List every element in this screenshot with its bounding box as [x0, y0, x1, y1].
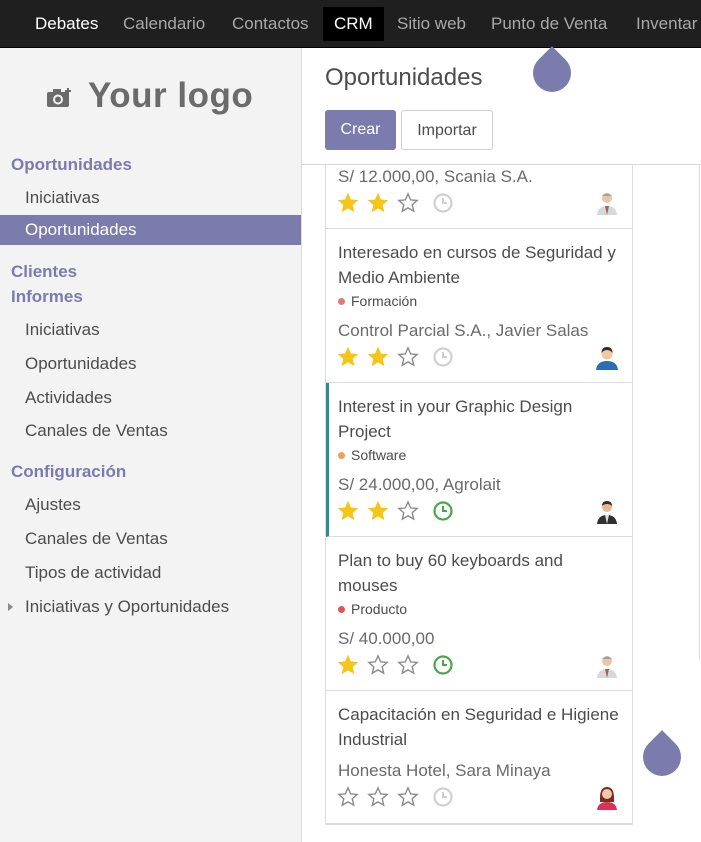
nav-calendario[interactable]: Calendario — [123, 0, 205, 48]
card-tag: Producto — [338, 601, 407, 617]
nav-contactos[interactable]: Contactos — [232, 0, 309, 48]
nav-debates[interactable]: Debates — [35, 0, 98, 48]
section-oportunidades[interactable]: Oportunidades — [11, 155, 132, 175]
card-info: Control Parcial S.A., Javier Salas — [338, 321, 589, 340]
section-configuracion[interactable]: Configuración — [11, 462, 126, 482]
avatar — [594, 652, 620, 678]
nav-crm[interactable]: CRM — [323, 7, 384, 41]
sidebar-item-informes-iniciativas[interactable]: Iniciativas — [0, 315, 301, 345]
sidebar-item-informes-canales[interactable]: Canales de Ventas — [0, 416, 301, 446]
sidebar-item-informes-oportunidades[interactable]: Oportunidades — [0, 349, 301, 379]
section-clientes[interactable]: Clientes — [11, 262, 77, 282]
drop-marker-icon — [525, 46, 579, 100]
drop-marker-icon — [635, 730, 689, 784]
priority-stars[interactable] — [337, 500, 427, 522]
nav-sitio-web[interactable]: Sitio web — [397, 0, 466, 48]
priority-stars[interactable] — [337, 654, 427, 676]
sidebar-item-canales-de-ventas[interactable]: Canales de Ventas — [0, 524, 301, 554]
card-title: Capacitación en Seguridad e Higiene Indu… — [338, 705, 619, 749]
section-informes[interactable]: Informes — [11, 287, 83, 307]
company-logo[interactable]: Your logo — [26, 66, 276, 132]
tag-dot-icon — [338, 452, 345, 459]
sidebar-item-oportunidades[interactable]: Oportunidades — [0, 215, 301, 245]
import-button[interactable]: Importar — [401, 110, 493, 150]
card-title: Interesado en cursos de Seguridad y Medi… — [338, 243, 616, 287]
star-empty-icon[interactable] — [397, 500, 419, 522]
activity-clock-icon[interactable] — [433, 787, 453, 807]
sidebar-item-actividades[interactable]: Actividades — [0, 383, 301, 413]
create-button[interactable]: Crear — [325, 110, 396, 150]
priority-stars[interactable] — [337, 346, 427, 368]
kanban-card[interactable]: S/ 12.000,00, Scania S.A. — [326, 165, 632, 229]
sidebar-item-ajustes[interactable]: Ajustes — [0, 490, 301, 520]
card-tag: Formación — [338, 293, 417, 309]
tag-dot-icon — [338, 298, 345, 305]
kanban-card[interactable]: Interest in your Graphic Design Project … — [326, 383, 632, 537]
star-empty-icon[interactable] — [397, 346, 419, 368]
logo-text: Your logo — [88, 76, 254, 115]
star-empty-icon[interactable] — [397, 654, 419, 676]
activity-clock-icon[interactable] — [433, 193, 453, 213]
priority-stars[interactable] — [337, 786, 427, 808]
sidebar-item-iniciativas-y-oportunidades[interactable]: Iniciativas y Oportunidades — [0, 592, 301, 622]
star-empty-icon[interactable] — [337, 786, 359, 808]
star-empty-icon[interactable] — [397, 192, 419, 214]
avatar — [594, 784, 620, 810]
star-empty-icon[interactable] — [367, 786, 389, 808]
star-filled-icon[interactable] — [337, 346, 359, 368]
star-empty-icon[interactable] — [367, 654, 389, 676]
priority-stars[interactable] — [337, 192, 427, 214]
activity-clock-icon[interactable] — [433, 501, 453, 521]
avatar — [594, 344, 620, 370]
tag-label: Formación — [351, 293, 418, 309]
activity-clock-icon[interactable] — [433, 655, 453, 675]
caret-right-icon — [8, 603, 13, 611]
star-filled-icon[interactable] — [367, 192, 389, 214]
card-info: Honesta Hotel, Sara Minaya — [338, 761, 551, 780]
tag-label: Software — [351, 447, 407, 463]
sidebar-item-tipos-de-actividad[interactable]: Tipos de actividad — [0, 558, 301, 588]
card-info: S/ 24.000,00, Agrolait — [338, 475, 501, 494]
column-border — [699, 165, 700, 660]
page-title: Oportunidades — [325, 64, 483, 91]
star-filled-icon[interactable] — [337, 500, 359, 522]
card-info: S/ 40.000,00 — [338, 629, 435, 648]
sidebar-item-label: Iniciativas y Oportunidades — [25, 597, 230, 616]
star-filled-icon[interactable] — [337, 192, 359, 214]
tag-label: Producto — [351, 601, 408, 617]
activity-clock-icon[interactable] — [433, 347, 453, 367]
avatar — [594, 189, 620, 215]
camera-icon — [47, 88, 71, 107]
kanban-card[interactable]: Capacitación en Seguridad e Higiene Indu… — [326, 691, 632, 824]
star-filled-icon[interactable] — [337, 654, 359, 676]
card-title: Plan to buy 60 keyboards and mouses — [338, 551, 563, 595]
nav-punto-de-venta[interactable]: Punto de Venta — [491, 0, 607, 48]
top-navbar: Debates Calendario Contactos CRM Sitio w… — [0, 0, 701, 48]
kanban-card[interactable]: Plan to buy 60 keyboards and mouses Prod… — [326, 537, 632, 691]
avatar — [594, 498, 620, 524]
kanban-column: S/ 12.000,00, Scania S.A. Interesado en … — [325, 165, 633, 825]
tag-dot-icon — [338, 606, 345, 613]
star-filled-icon[interactable] — [367, 346, 389, 368]
card-info: S/ 12.000,00, Scania S.A. — [338, 167, 533, 186]
card-tag: Software — [338, 447, 406, 463]
card-title: Interest in your Graphic Design Project — [338, 397, 573, 441]
kanban-card[interactable]: Interesado en cursos de Seguridad y Medi… — [326, 229, 632, 383]
star-empty-icon[interactable] — [397, 786, 419, 808]
sidebar: Your logo Oportunidades Iniciativas Opor… — [0, 48, 302, 842]
sidebar-item-iniciativas[interactable]: Iniciativas — [0, 183, 301, 213]
nav-inventario[interactable]: Inventar — [636, 0, 697, 48]
star-filled-icon[interactable] — [367, 500, 389, 522]
